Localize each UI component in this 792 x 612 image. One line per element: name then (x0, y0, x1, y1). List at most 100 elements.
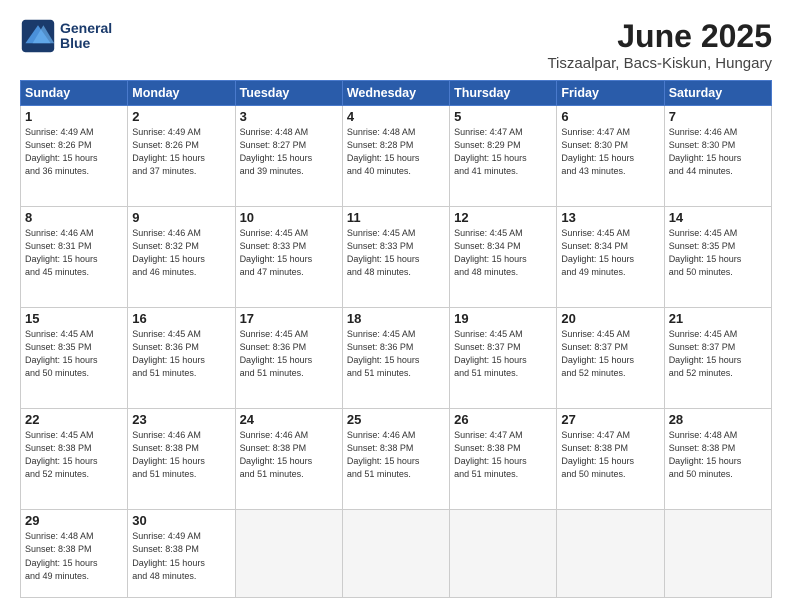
day-info: Sunrise: 4:45 AM Sunset: 8:34 PM Dayligh… (454, 227, 552, 279)
day-info: Sunrise: 4:46 AM Sunset: 8:38 PM Dayligh… (347, 429, 445, 481)
day-info: Sunrise: 4:48 AM Sunset: 8:27 PM Dayligh… (240, 126, 338, 178)
day-number: 2 (132, 109, 230, 124)
day-info: Sunrise: 4:45 AM Sunset: 8:36 PM Dayligh… (347, 328, 445, 380)
day-number: 10 (240, 210, 338, 225)
day-info: Sunrise: 4:49 AM Sunset: 8:26 PM Dayligh… (25, 126, 123, 178)
day-number: 27 (561, 412, 659, 427)
day-number: 26 (454, 412, 552, 427)
day-info: Sunrise: 4:45 AM Sunset: 8:33 PM Dayligh… (347, 227, 445, 279)
day-info: Sunrise: 4:45 AM Sunset: 8:33 PM Dayligh… (240, 227, 338, 279)
col-tuesday: Tuesday (235, 81, 342, 106)
day-number: 29 (25, 513, 123, 528)
table-row: 14Sunrise: 4:45 AM Sunset: 8:35 PM Dayli… (664, 207, 771, 308)
calendar-week-row: 15Sunrise: 4:45 AM Sunset: 8:35 PM Dayli… (21, 308, 772, 409)
table-row: 29 Sunrise: 4:48 AM Sunset: 8:38 PM Dayli… (21, 510, 128, 598)
table-row: 22Sunrise: 4:45 AM Sunset: 8:38 PM Dayli… (21, 409, 128, 510)
table-row: 27 Sunrise: 4:47 AM Sunset: 8:38 PM Dayli… (557, 409, 664, 510)
day-number: 28 (669, 412, 767, 427)
table-row: 2 Sunrise: 4:49 AM Sunset: 8:26 PM Daylig… (128, 106, 235, 207)
table-row: 24 Sunrise: 4:46 AM Sunset: 8:38 PM Dayli… (235, 409, 342, 510)
day-number: 24 (240, 412, 338, 427)
day-info: Sunrise: 4:48 AM Sunset: 8:28 PM Dayligh… (347, 126, 445, 178)
logo: General Blue (20, 18, 112, 54)
table-row (342, 510, 449, 598)
day-info: Sunrise: 4:48 AM Sunset: 8:38 PM Dayligh… (669, 429, 767, 481)
table-row: 4 Sunrise: 4:48 AM Sunset: 8:28 PM Daylig… (342, 106, 449, 207)
table-row: 26Sunrise: 4:47 AM Sunset: 8:38 PM Dayli… (450, 409, 557, 510)
day-info: Sunrise: 4:45 AM Sunset: 8:37 PM Dayligh… (561, 328, 659, 380)
table-row: 20 Sunrise: 4:45 AM Sunset: 8:37 PM Dayli… (557, 308, 664, 409)
logo-line1: General (60, 21, 112, 36)
day-info: Sunrise: 4:48 AM Sunset: 8:38 PM Dayligh… (25, 530, 123, 582)
table-row: 18 Sunrise: 4:45 AM Sunset: 8:36 PM Dayli… (342, 308, 449, 409)
day-number: 8 (25, 210, 123, 225)
table-row: 13Sunrise: 4:45 AM Sunset: 8:34 PM Dayli… (557, 207, 664, 308)
calendar-week-row: 29 Sunrise: 4:48 AM Sunset: 8:38 PM Dayli… (21, 510, 772, 598)
table-row: 5Sunrise: 4:47 AM Sunset: 8:29 PM Daylig… (450, 106, 557, 207)
table-row: 25Sunrise: 4:46 AM Sunset: 8:38 PM Dayli… (342, 409, 449, 510)
col-friday: Friday (557, 81, 664, 106)
col-sunday: Sunday (21, 81, 128, 106)
calendar-header-row: Sunday Monday Tuesday Wednesday Thursday… (21, 81, 772, 106)
day-info: Sunrise: 4:45 AM Sunset: 8:37 PM Dayligh… (669, 328, 767, 380)
day-info: Sunrise: 4:46 AM Sunset: 8:38 PM Dayligh… (240, 429, 338, 481)
table-row: 3 Sunrise: 4:48 AM Sunset: 8:27 PM Daylig… (235, 106, 342, 207)
day-number: 3 (240, 109, 338, 124)
table-row: 19 Sunrise: 4:45 AM Sunset: 8:37 PM Dayli… (450, 308, 557, 409)
day-number: 18 (347, 311, 445, 326)
day-info: Sunrise: 4:45 AM Sunset: 8:36 PM Dayligh… (240, 328, 338, 380)
day-number: 21 (669, 311, 767, 326)
day-number: 12 (454, 210, 552, 225)
table-row: 1 Sunrise: 4:49 AM Sunset: 8:26 PM Daylig… (21, 106, 128, 207)
day-info: Sunrise: 4:45 AM Sunset: 8:35 PM Dayligh… (669, 227, 767, 279)
col-wednesday: Wednesday (342, 81, 449, 106)
table-row: 12 Sunrise: 4:45 AM Sunset: 8:34 PM Dayli… (450, 207, 557, 308)
day-number: 9 (132, 210, 230, 225)
table-row: 17 Sunrise: 4:45 AM Sunset: 8:36 PM Dayli… (235, 308, 342, 409)
day-number: 20 (561, 311, 659, 326)
day-number: 1 (25, 109, 123, 124)
day-number: 6 (561, 109, 659, 124)
day-info: Sunrise: 4:45 AM Sunset: 8:37 PM Dayligh… (454, 328, 552, 380)
day-number: 16 (132, 311, 230, 326)
day-number: 11 (347, 210, 445, 225)
table-row: 16 Sunrise: 4:45 AM Sunset: 8:36 PM Dayli… (128, 308, 235, 409)
day-info: Sunrise: 4:49 AM Sunset: 8:26 PM Dayligh… (132, 126, 230, 178)
day-info: Sunrise: 4:46 AM Sunset: 8:32 PM Dayligh… (132, 227, 230, 279)
table-row: 30Sunrise: 4:49 AM Sunset: 8:38 PM Dayli… (128, 510, 235, 598)
day-number: 13 (561, 210, 659, 225)
table-row (557, 510, 664, 598)
title-block: June 2025 Tiszaalpar, Bacs-Kiskun, Hunga… (547, 18, 772, 72)
table-row: 9 Sunrise: 4:46 AM Sunset: 8:32 PM Daylig… (128, 207, 235, 308)
calendar-table: Sunday Monday Tuesday Wednesday Thursday… (20, 80, 772, 598)
day-number: 4 (347, 109, 445, 124)
day-info: Sunrise: 4:46 AM Sunset: 8:38 PM Dayligh… (132, 429, 230, 481)
logo-icon (20, 18, 56, 54)
col-thursday: Thursday (450, 81, 557, 106)
table-row (664, 510, 771, 598)
day-number: 17 (240, 311, 338, 326)
table-row (450, 510, 557, 598)
col-monday: Monday (128, 81, 235, 106)
table-row: 28 Sunrise: 4:48 AM Sunset: 8:38 PM Dayli… (664, 409, 771, 510)
table-row: 11 Sunrise: 4:45 AM Sunset: 8:33 PM Dayli… (342, 207, 449, 308)
day-number: 23 (132, 412, 230, 427)
table-row: 7 Sunrise: 4:46 AM Sunset: 8:30 PM Daylig… (664, 106, 771, 207)
col-saturday: Saturday (664, 81, 771, 106)
day-number: 19 (454, 311, 552, 326)
table-row (235, 510, 342, 598)
day-info: Sunrise: 4:46 AM Sunset: 8:31 PM Dayligh… (25, 227, 123, 279)
day-number: 7 (669, 109, 767, 124)
day-info: Sunrise: 4:47 AM Sunset: 8:38 PM Dayligh… (561, 429, 659, 481)
table-row: 8 Sunrise: 4:46 AM Sunset: 8:31 PM Daylig… (21, 207, 128, 308)
day-info: Sunrise: 4:45 AM Sunset: 8:36 PM Dayligh… (132, 328, 230, 380)
day-info: Sunrise: 4:49 AM Sunset: 8:38 PM Dayligh… (132, 530, 230, 582)
table-row: 6 Sunrise: 4:47 AM Sunset: 8:30 PM Daylig… (557, 106, 664, 207)
day-number: 22 (25, 412, 123, 427)
logo-line2: Blue (60, 36, 112, 51)
day-info: Sunrise: 4:47 AM Sunset: 8:30 PM Dayligh… (561, 126, 659, 178)
table-row: 15Sunrise: 4:45 AM Sunset: 8:35 PM Dayli… (21, 308, 128, 409)
page: General Blue June 2025 Tiszaalpar, Bacs-… (0, 0, 792, 612)
calendar-title: June 2025 (547, 18, 772, 55)
day-info: Sunrise: 4:46 AM Sunset: 8:30 PM Dayligh… (669, 126, 767, 178)
